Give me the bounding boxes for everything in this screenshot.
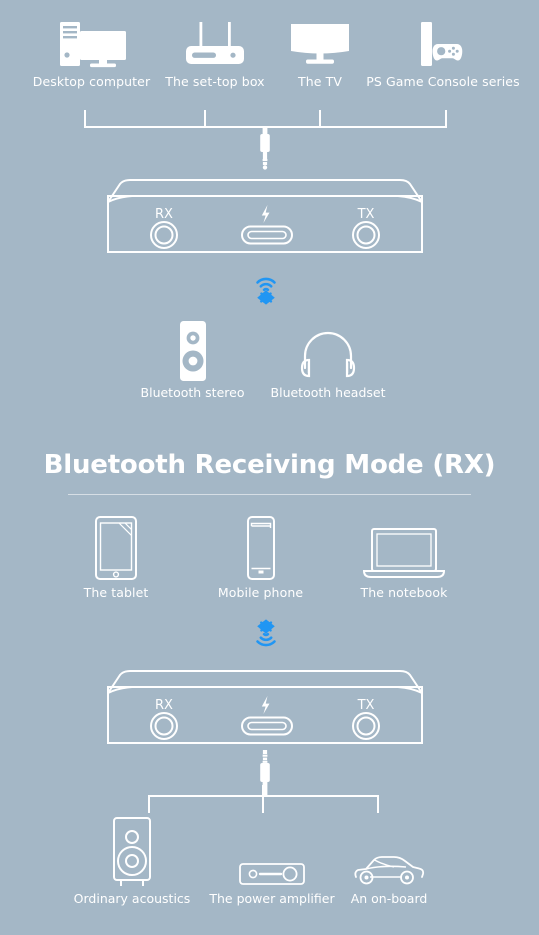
svg-text:TX: TX — [357, 207, 375, 222]
output-bluetooth-stereo: Bluetooth stereo — [130, 320, 255, 400]
studio-speaker-icon — [64, 816, 200, 888]
output-label: Bluetooth stereo — [140, 385, 245, 400]
desktop-computer-icon — [14, 18, 169, 70]
output-bluetooth-headset: Bluetooth headset — [263, 320, 393, 400]
svg-text:RX: RX — [155, 207, 173, 222]
source-label: Mobile phone — [217, 585, 304, 600]
output-power-amplifier: The power amplifier — [198, 816, 346, 906]
output-bracket — [148, 785, 379, 813]
svg-text:TX: TX — [357, 698, 375, 713]
bluetooth-adapter-tx[interactable]: RX TX — [100, 172, 430, 262]
laptop-icon — [338, 515, 470, 581]
output-label: Bluetooth headset — [270, 385, 386, 400]
source-tv: The TV — [277, 18, 363, 89]
bracket-tick — [262, 785, 264, 813]
output-label: Ordinary acoustics — [73, 891, 191, 906]
bracket-tick — [148, 795, 150, 813]
mobile-phone-icon — [198, 515, 323, 581]
amplifier-icon — [198, 816, 346, 888]
audio-plug-icon-top — [256, 126, 274, 172]
source-tablet: The tablet — [62, 515, 170, 600]
title-divider — [68, 494, 471, 495]
bluetooth-adapter-rx[interactable]: RX TX — [100, 663, 430, 753]
source-label: The tablet — [83, 585, 149, 600]
bluetooth-receive-icon — [247, 616, 285, 654]
source-set-top-box: The set-top box — [153, 18, 277, 89]
tablet-icon — [62, 515, 170, 581]
source-mobile-phone: Mobile phone — [198, 515, 323, 600]
source-label: The notebook — [360, 585, 448, 600]
output-on-board: An on-board — [337, 816, 441, 906]
output-ordinary-acoustics: Ordinary acoustics — [64, 816, 200, 906]
bluetooth-transmit-icon — [247, 270, 285, 308]
audio-plug-icon-bottom — [256, 750, 274, 798]
section-title: Bluetooth Receiving Mode (RX) — [43, 450, 496, 480]
source-notebook: The notebook — [338, 515, 470, 600]
bracket-tick — [377, 795, 379, 813]
source-label: The set-top box — [165, 74, 265, 89]
game-console-icon — [358, 18, 528, 70]
source-game-console: PS Game Console series — [358, 18, 528, 89]
output-label: The power amplifier — [209, 891, 335, 906]
source-label: Desktop computer — [32, 74, 151, 89]
source-label: PS Game Console series — [366, 74, 520, 89]
set-top-box-icon — [153, 18, 277, 70]
output-label: An on-board — [350, 891, 428, 906]
tv-icon — [277, 18, 363, 70]
diagram-page: Desktop computer The set-top box The TV … — [0, 0, 539, 935]
tx-source-row: Desktop computer The set-top box The TV … — [0, 18, 539, 102]
headphones-icon — [263, 320, 393, 382]
source-label: The TV — [297, 74, 342, 89]
car-icon — [337, 816, 441, 888]
source-desktop-computer: Desktop computer — [14, 18, 169, 89]
svg-text:RX: RX — [155, 698, 173, 713]
bluetooth-speaker-icon — [130, 320, 255, 382]
